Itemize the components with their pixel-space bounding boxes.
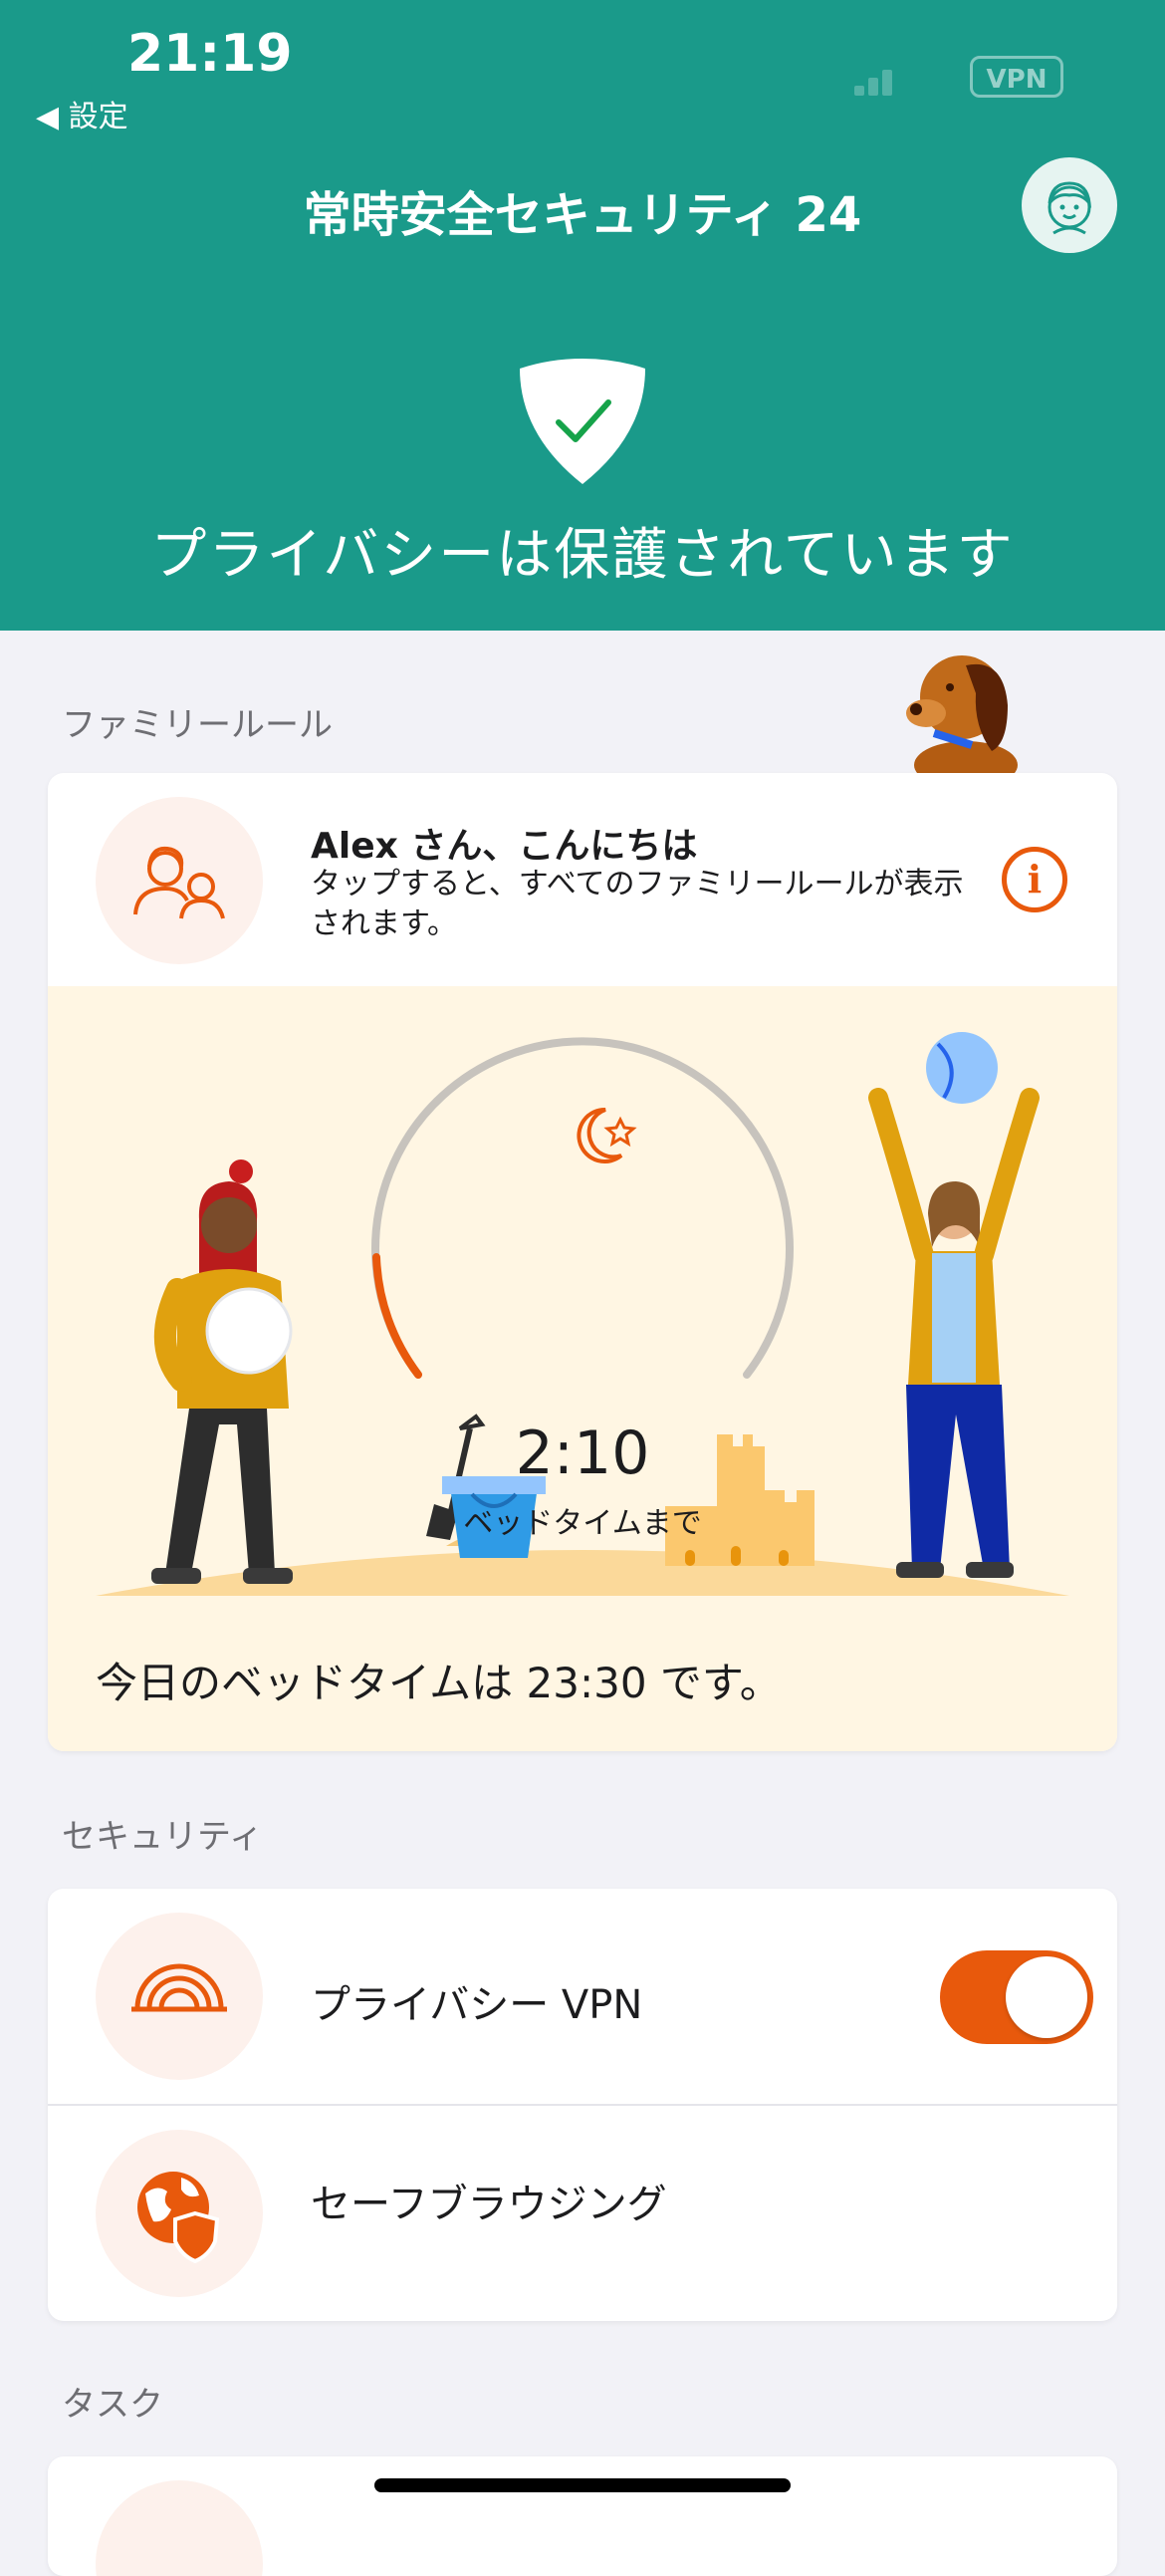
- child-face-icon: [1048, 181, 1091, 235]
- family-icon: [133, 846, 225, 919]
- vpn-icon-circle: [96, 1913, 263, 2080]
- privacy-vpn-row[interactable]: プライバシー VPN: [48, 1889, 1117, 2104]
- greeting-title: Alex さん、こんにちは: [311, 826, 698, 867]
- safe-browsing-row[interactable]: セーフブラウジング: [48, 2106, 1117, 2321]
- safe-browsing-icon-circle: [96, 2130, 263, 2297]
- vpn-status-badge: VPN: [970, 56, 1063, 98]
- status-time: 21:19: [127, 24, 293, 84]
- bedtime-illustration: [96, 1032, 1069, 1596]
- protection-status: プライバシーは保護されています: [150, 523, 1015, 588]
- shield-check-icon: [520, 359, 645, 484]
- profile-avatar[interactable]: [1022, 157, 1117, 253]
- info-button[interactable]: i: [1002, 847, 1067, 912]
- back-to-settings-link[interactable]: ◀ 設定: [36, 92, 128, 135]
- header-banner: 21:19 ◀ 設定 VPN 常時安全セキュリティ 24 プライバシーは保護され…: [0, 0, 1165, 631]
- family-rules-section-label: ファミリールール: [62, 705, 333, 745]
- privacy-vpn-toggle[interactable]: [940, 1950, 1093, 2044]
- dog-illustration: [906, 655, 1018, 775]
- app-title: 常時安全セキュリティ 24: [303, 187, 862, 243]
- greeting-subtitle: タップすると、すべてのファミリールールが表示されます。: [311, 867, 964, 941]
- bedtime-countdown: 2:10: [515, 1418, 650, 1488]
- bedtime-today-text: 今日のベッドタイムは 23:30 です。: [96, 1659, 782, 1707]
- security-section-label: セキュリティ: [62, 1817, 263, 1857]
- home-indicator[interactable]: [374, 2478, 791, 2492]
- bedtime-illustration-area: 2:10 ベッドタイムまで 今日のベッドタイムは 23:30 です。: [48, 986, 1117, 1751]
- tasks-section-label: タスク: [62, 2385, 163, 2425]
- privacy-vpn-label: プライバシー VPN: [311, 1982, 643, 2028]
- family-icon-circle: [96, 797, 263, 964]
- security-card: プライバシー VPN セーフブラウジング: [48, 1889, 1117, 2321]
- cellular-signal-icon: [854, 66, 900, 96]
- family-rules-card[interactable]: Alex さん、こんにちは タップすると、すべてのファミリールールが表示されます…: [48, 773, 1117, 1751]
- globe-shield-icon: [137, 2172, 220, 2264]
- vpn-signal-icon: [131, 1963, 227, 2012]
- tasks-card[interactable]: [48, 2456, 1117, 2576]
- task-icon-circle: [96, 2480, 263, 2576]
- safe-browsing-label: セーフブラウジング: [311, 2182, 667, 2227]
- countdown-label: ベッドタイムまで: [463, 1506, 702, 1541]
